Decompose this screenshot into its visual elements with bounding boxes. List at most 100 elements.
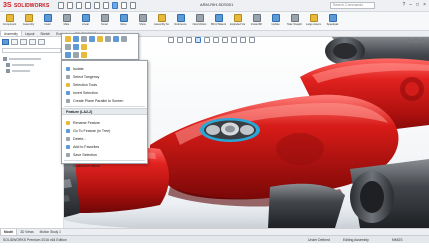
context-menu-item[interactable]: Invert Selection: [62, 89, 147, 97]
command-tab[interactable]: Assembly: [0, 31, 22, 36]
zoom-area-icon[interactable]: [177, 37, 183, 43]
show-hidden-icon: [138, 14, 147, 22]
ribbon-button[interactable]: New Motion: [192, 13, 207, 30]
viewport-minimize-icon[interactable]: [407, 39, 411, 43]
command-manager-ribbon: Component Assembly Insert Mate Linear Smart Mo…: [0, 12, 429, 31]
measure-icon[interactable]: [73, 44, 79, 50]
edit-part-icon[interactable]: [65, 36, 71, 42]
context-menu-item[interactable]: Add to Favorites: [62, 143, 147, 151]
appearance-icon[interactable]: [97, 36, 103, 42]
context-menu-item[interactable]: Delete...: [62, 135, 147, 143]
context-menu-item[interactable]: Save Selection: [62, 151, 147, 159]
property-manager-tab-icon[interactable]: [11, 39, 18, 45]
display-manager-tab-icon[interactable]: [38, 39, 45, 45]
help-button[interactable]: ?: [402, 2, 405, 9]
ribbon-button[interactable]: Update: [268, 13, 283, 30]
undo-icon[interactable]: [103, 2, 109, 9]
ribbon-button[interactable]: Linear: [78, 13, 93, 30]
print-icon[interactable]: [94, 2, 100, 9]
context-menu-item[interactable]: Select Tangency: [62, 73, 147, 81]
ribbon-button[interactable]: Mate: [59, 13, 74, 30]
hide-component-icon[interactable]: [81, 36, 87, 42]
options-icon[interactable]: [130, 2, 136, 9]
save-icon[interactable]: [85, 2, 91, 9]
new-document-icon[interactable]: [67, 2, 73, 9]
folder-icon: [6, 63, 10, 67]
ribbon-button[interactable]: Reference: [173, 13, 188, 30]
viewport-close-icon[interactable]: [421, 39, 425, 43]
bom-icon: [214, 14, 223, 22]
customize-menu-item[interactable]: Customize Menu: [62, 162, 147, 170]
ribbon-button[interactable]: Bill of Materials: [211, 13, 226, 30]
hide-show-items-icon[interactable]: [222, 37, 228, 43]
maximize-button[interactable]: □: [416, 2, 419, 9]
sketch-icon[interactable]: [81, 44, 87, 50]
configuration-manager-tab-icon[interactable]: [20, 39, 27, 45]
apply-scene-icon[interactable]: [240, 37, 246, 43]
page-margin: [0, 243, 429, 251]
ribbon-button[interactable]: Speedpak: [325, 13, 340, 30]
isolate-component-icon[interactable]: [73, 52, 79, 58]
ribbon-button[interactable]: Move: [116, 13, 131, 30]
large-assembly-icon: [309, 14, 318, 22]
context-menu-item[interactable]: Isolate: [62, 65, 147, 73]
ribbon-button[interactable]: Exploded View: [230, 13, 245, 30]
view-settings-icon[interactable]: [249, 37, 255, 43]
ribbon-button[interactable]: Assembly Features: [154, 13, 169, 30]
edit-appearance-icon[interactable]: [231, 37, 237, 43]
context-menu-item[interactable]: Rename Feature: [62, 119, 147, 127]
dimxpert-tab-icon[interactable]: [29, 39, 36, 45]
ribbon-button[interactable]: Instant3D: [249, 13, 264, 30]
open-part-icon[interactable]: [73, 36, 79, 42]
viewport-window-controls: [407, 39, 425, 43]
view-orientation-icon[interactable]: [204, 37, 210, 43]
configuration-icon[interactable]: [81, 52, 87, 58]
customize-menu-label: Customize Menu: [73, 164, 100, 168]
ribbon-button[interactable]: Take Snapshot: [287, 13, 302, 30]
context-menu-item[interactable]: Selection Tools: [62, 81, 147, 89]
component-properties-icon[interactable]: [65, 52, 71, 58]
tree-filter-input[interactable]: [2, 48, 61, 53]
minimize-button[interactable]: –: [409, 2, 412, 9]
linear-pattern-icon: [81, 14, 90, 22]
viewport-restore-icon[interactable]: [414, 39, 418, 43]
open-icon[interactable]: [76, 2, 82, 9]
home-icon[interactable]: [58, 2, 64, 9]
section-view-icon[interactable]: [195, 37, 201, 43]
context-menu-item[interactable]: Create Plane Parallel to Screen: [62, 97, 147, 105]
command-tab[interactable]: Sketch: [37, 31, 53, 36]
ribbon-button-label: Mate: [63, 23, 70, 26]
solidworks-logo[interactable]: 3S SOLIDWORKS: [3, 2, 49, 10]
normal-to-icon[interactable]: [121, 36, 127, 42]
blue-ring-pad[interactable]: [200, 118, 260, 142]
selection-tools-icon: [66, 83, 70, 87]
ribbon-button[interactable]: Large Assembly: [306, 13, 321, 30]
insert-icon: [43, 14, 52, 22]
update-icon: [271, 14, 280, 22]
zoom-to-fit-icon[interactable]: [168, 37, 174, 43]
ribbon-button[interactable]: Assembly: [21, 13, 36, 30]
ribbon-button-label: Insert: [44, 23, 51, 26]
context-menu-item[interactable]: Go To Feature (in Tree): [62, 127, 147, 135]
ribbon-button[interactable]: Insert: [40, 13, 55, 30]
zoom-to-selection-icon[interactable]: [113, 36, 119, 42]
previous-view-icon[interactable]: [186, 37, 192, 43]
close-button[interactable]: ×: [423, 2, 426, 9]
tree-node[interactable]: [6, 68, 63, 74]
ribbon-button[interactable]: Smart: [97, 13, 112, 30]
mate-icon[interactable]: [65, 44, 71, 50]
display-style-icon[interactable]: [213, 37, 219, 43]
search-commands-input[interactable]: Search Commands: [330, 2, 375, 9]
change-transparency-icon[interactable]: [89, 36, 95, 42]
ribbon-button[interactable]: Show: [135, 13, 150, 30]
rebuild-icon[interactable]: [121, 2, 127, 9]
ribbon-button[interactable]: Component: [2, 13, 17, 30]
command-tab[interactable]: Layout: [22, 31, 38, 36]
invert-selection-icon: [66, 91, 70, 95]
context-menu-item-label: Add to Favorites: [73, 145, 100, 149]
context-menu-item-label: Rename Feature: [73, 121, 100, 125]
menu-separator: [64, 106, 145, 107]
select-icon[interactable]: [112, 2, 118, 9]
suppress-icon[interactable]: [105, 36, 111, 42]
feature-manager-tab-icon[interactable]: [2, 39, 9, 45]
